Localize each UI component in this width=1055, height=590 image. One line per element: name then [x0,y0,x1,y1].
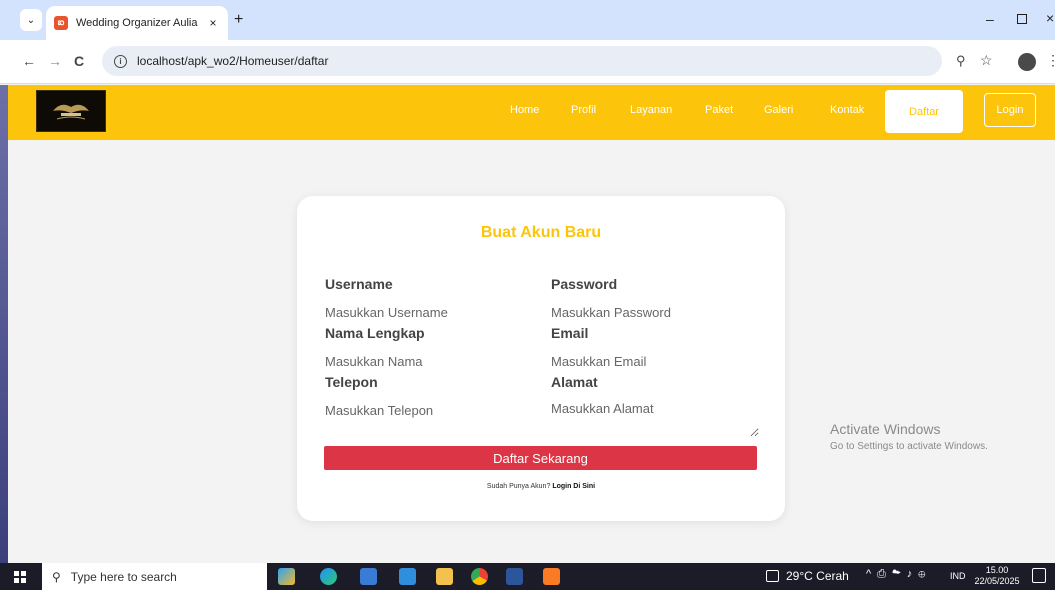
website-viewport: Home Profil Layanan Paket Galeri Kontak … [8,85,1055,563]
browser-tabstrip: ⌄ ఐ Wedding Organizer Aulia × + – × [0,0,1055,40]
window-minimize-button[interactable]: – [986,11,994,27]
site-navbar: Home Profil Layanan Paket Galeri Kontak … [8,85,1055,140]
url-text: localhost/apk_wo2/Homeuser/daftar [137,54,329,68]
window-maximize-button[interactable] [1017,14,1027,24]
search-icon: ⚲ [52,569,61,584]
alamat-label: Alamat [551,374,598,390]
zoom-icon[interactable]: ⚲ [956,53,966,69]
tab-title: Wedding Organizer Aulia [76,17,198,29]
register-card: Buat Akun Baru Username Password Nama Le… [297,196,785,521]
telepon-input[interactable] [325,401,525,419]
login-button[interactable]: Login [984,93,1036,127]
clock-time: 15.00 [985,565,1009,575]
form-title: Buat Akun Baru [480,224,602,241]
browser-tab[interactable]: ఐ Wedding Organizer Aulia × [46,6,228,40]
windows-taskbar: ⚲ Type here to search 29°C Cerah ^⎙☁♪⊕ I… [0,563,1055,590]
login-hint-text: Sudah Punya Akun? [486,483,551,490]
username-input[interactable] [325,303,525,321]
weather-icon[interactable] [766,570,779,582]
alamat-textarea[interactable] [551,401,759,437]
activate-subtitle: Go to Settings to activate Windows. [830,441,988,452]
login-link[interactable]: Login Di Sini [552,483,595,490]
xampp-favicon-icon: ఐ [54,16,68,30]
password-input[interactable] [551,303,751,321]
weather-text[interactable]: 29°C Cerah [786,569,849,583]
edge-icon[interactable] [320,568,337,585]
site-info-icon[interactable]: i [114,54,127,68]
email-label: Email [551,325,589,341]
wedding-logo-icon [53,104,89,120]
nav-home[interactable]: Home [510,104,539,116]
address-bar[interactable]: i localhost/apk_wo2/Homeuser/daftar [102,46,942,76]
mail-icon[interactable] [399,568,416,585]
nama-input[interactable] [325,352,525,370]
password-label: Password [551,276,618,292]
profile-avatar[interactable] [1018,53,1036,71]
chrome-icon[interactable] [471,568,488,585]
clock-date: 22/05/2025 [974,576,1020,586]
taskbar-search[interactable]: ⚲ Type here to search [42,563,267,590]
xampp-icon[interactable] [543,568,560,585]
nav-profil[interactable]: Profil [571,104,596,116]
back-button[interactable]: ← [22,53,36,69]
daftar-button[interactable]: Daftar [885,90,963,133]
word-icon[interactable] [506,568,523,585]
reload-button[interactable]: C [74,53,84,69]
copilot-icon[interactable] [278,568,295,585]
taskbar-clock[interactable]: 15.00 22/05/2025 [972,565,1022,587]
telepon-label: Telepon [325,374,378,390]
login-hint: Sudah Punya Akun? Login Di Sini [297,483,785,490]
notification-icon[interactable] [1032,568,1046,583]
bookmark-star-icon[interactable]: ☆ [980,52,993,69]
nav-layanan[interactable]: Layanan [630,104,672,116]
file-explorer-icon[interactable] [436,568,453,585]
username-label: Username [325,276,393,292]
site-logo[interactable] [36,90,106,132]
nav-kontak[interactable]: Kontak [830,104,864,116]
daftar-sekarang-button[interactable]: Daftar Sekarang [324,446,757,470]
language-indicator[interactable]: IND [950,571,966,581]
browser-menu-icon[interactable]: ⋮ [1046,52,1055,69]
email-input[interactable] [551,352,751,370]
activate-title: Activate Windows [830,421,941,437]
window-close-button[interactable]: × [1046,10,1054,26]
activate-windows-watermark: Activate Windows Go to Settings to activ… [830,421,988,452]
forward-button[interactable]: → [48,53,62,69]
new-tab-button[interactable]: + [234,11,243,29]
desktop-edge [0,85,8,563]
tab-list-button[interactable]: ⌄ [20,9,42,31]
nav-galeri[interactable]: Galeri [764,104,793,116]
tray-icons[interactable]: ^⎙☁♪⊕ [866,568,931,581]
tab-close-icon[interactable]: × [206,16,220,30]
store-icon[interactable] [360,568,377,585]
chevron-down-icon: ⌄ [26,14,36,26]
nama-label: Nama Lengkap [325,325,425,341]
browser-toolbar: ← → C i localhost/apk_wo2/Homeuser/dafta… [0,40,1055,84]
windows-start-icon[interactable] [14,571,26,583]
nav-paket[interactable]: Paket [705,104,733,116]
taskbar-search-placeholder: Type here to search [70,569,177,584]
